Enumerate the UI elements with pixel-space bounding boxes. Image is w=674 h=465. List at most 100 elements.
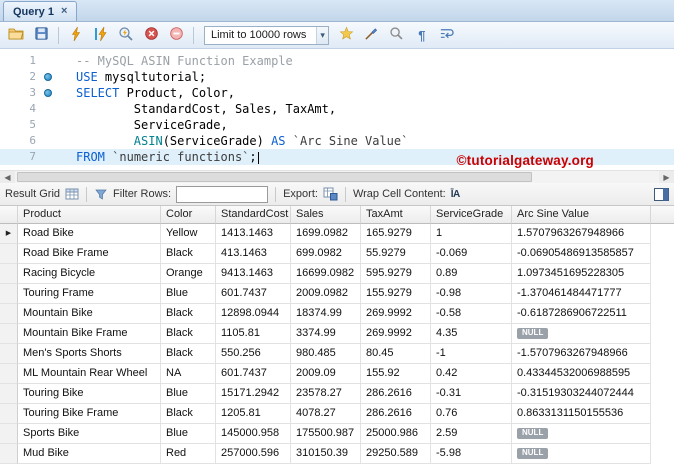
save-snippet-button[interactable] xyxy=(336,25,358,46)
open-script-button[interactable] xyxy=(5,25,27,46)
execute-script-button[interactable] xyxy=(65,25,87,46)
table-cell[interactable]: 2.59 xyxy=(431,424,512,444)
table-cell[interactable]: 0.42 xyxy=(431,364,512,384)
beautify-script-button[interactable] xyxy=(361,25,383,46)
table-cell[interactable]: 0.76 xyxy=(431,404,512,424)
table-cell[interactable]: 1.0973451695228305 xyxy=(512,264,651,284)
table-cell[interactable]: Black xyxy=(161,304,216,324)
table-cell[interactable]: Racing Bicycle xyxy=(18,264,161,284)
table-cell[interactable]: 15171.2942 xyxy=(216,384,291,404)
table-cell[interactable]: Touring Frame xyxy=(18,284,161,304)
table-cell[interactable]: Sports Bike xyxy=(18,424,161,444)
table-row[interactable]: Men's Sports Shorts Black 550.256 980.485 80… xyxy=(0,344,674,364)
table-cell[interactable]: Blue xyxy=(161,384,216,404)
table-cell[interactable]: 16699.0982 xyxy=(291,264,361,284)
table-cell[interactable]: Touring Bike Frame xyxy=(18,404,161,424)
row-selector[interactable] xyxy=(0,444,18,464)
table-cell[interactable]: -0.06905486913585857 xyxy=(512,244,651,264)
table-row[interactable]: Touring Bike Blue 15171.2942 23578.27 286.26… xyxy=(0,384,674,404)
table-cell[interactable]: -1.370461484471777 xyxy=(512,284,651,304)
table-cell[interactable]: 55.9279 xyxy=(361,244,431,264)
table-cell[interactable]: 175500.987 xyxy=(291,424,361,444)
table-cell[interactable]: 155.92 xyxy=(361,364,431,384)
row-selector[interactable] xyxy=(0,324,18,344)
column-header[interactable]: Product xyxy=(18,206,161,224)
table-cell[interactable]: ML Mountain Rear Wheel xyxy=(18,364,161,384)
wrap-text-button[interactable] xyxy=(436,25,458,46)
execute-statement-button[interactable] xyxy=(90,25,112,46)
row-selector[interactable] xyxy=(0,364,18,384)
row-selector[interactable] xyxy=(0,344,18,364)
table-cell[interactable]: NULL xyxy=(512,444,651,464)
column-header[interactable]: ServiceGrade xyxy=(431,206,512,224)
export-icon[interactable] xyxy=(323,187,338,201)
table-row[interactable]: Touring Frame Blue 601.7437 2009.0982 155.92… xyxy=(0,284,674,304)
table-cell[interactable]: 269.9992 xyxy=(361,304,431,324)
scrollbar-thumb[interactable] xyxy=(17,172,533,182)
table-cell[interactable]: Red xyxy=(161,444,216,464)
table-cell[interactable]: 1205.81 xyxy=(216,404,291,424)
table-row[interactable]: Racing Bicycle Orange 9413.1463 16699.0982 5… xyxy=(0,264,674,284)
editor-line[interactable]: 1 -- MySQL ASIN Function Example xyxy=(0,53,674,69)
table-cell[interactable]: 2009.0982 xyxy=(291,284,361,304)
table-cell[interactable]: 286.2616 xyxy=(361,384,431,404)
table-cell[interactable]: 269.9992 xyxy=(361,324,431,344)
table-cell[interactable]: Touring Bike xyxy=(18,384,161,404)
show-invisible-chars-button[interactable]: ¶ xyxy=(411,25,433,46)
table-row[interactable]: Mud Bike Red 257000.596 310150.39 29250.589-… xyxy=(0,444,674,464)
find-button[interactable] xyxy=(386,25,408,46)
editor-line[interactable]: 5 ServiceGrade, xyxy=(0,117,674,133)
table-cell[interactable]: Black xyxy=(161,244,216,264)
table-row[interactable]: Mountain Bike Black 12898.0944 18374.99 269.… xyxy=(0,304,674,324)
table-cell[interactable]: 0.8633131150155536 xyxy=(512,404,651,424)
column-header[interactable]: StandardCost xyxy=(216,206,291,224)
scroll-right-arrow[interactable]: ▶ xyxy=(659,171,674,183)
editor-horizontal-scrollbar[interactable]: ◀ ▶ xyxy=(0,170,674,183)
editor-line[interactable]: 2 USE mysqltutorial; xyxy=(0,69,674,85)
table-cell[interactable]: -0.31 xyxy=(431,384,512,404)
table-row[interactable]: Touring Bike Frame Black 1205.81 4078.27 286… xyxy=(0,404,674,424)
row-selector[interactable]: ▶ xyxy=(0,224,18,244)
table-cell[interactable]: Road Bike xyxy=(18,224,161,244)
table-cell[interactable]: 601.7437 xyxy=(216,364,291,384)
stop-query-button[interactable] xyxy=(140,25,162,46)
filter-rows-input[interactable] xyxy=(176,185,269,203)
table-cell[interactable]: NULL xyxy=(512,324,651,344)
table-cell[interactable]: NA xyxy=(161,364,216,384)
table-cell[interactable]: 12898.0944 xyxy=(216,304,291,324)
table-cell[interactable]: 3374.99 xyxy=(291,324,361,344)
row-selector[interactable] xyxy=(0,264,18,284)
table-cell[interactable]: -0.6187286906722511 xyxy=(512,304,651,324)
table-row[interactable]: ▶ Road Bike Yellow 1413.1463 1699.0982 165.92… xyxy=(0,224,674,244)
table-cell[interactable]: 257000.596 xyxy=(216,444,291,464)
table-cell[interactable]: 310150.39 xyxy=(291,444,361,464)
result-grid-icon[interactable] xyxy=(65,187,79,201)
table-cell[interactable]: -0.31519303244072444 xyxy=(512,384,651,404)
wrap-cell-toggle[interactable]: ĪA xyxy=(451,189,461,200)
save-script-button[interactable] xyxy=(30,25,52,46)
table-cell[interactable]: Blue xyxy=(161,424,216,444)
column-header[interactable]: Sales xyxy=(291,206,361,224)
table-cell[interactable]: 25000.986 xyxy=(361,424,431,444)
limit-rows-dropdown[interactable]: Limit to 10000 rows ▾ xyxy=(204,25,329,45)
row-selector[interactable] xyxy=(0,284,18,304)
table-row[interactable]: Road Bike Frame Black 413.1463 699.0982 55.9… xyxy=(0,244,674,264)
table-cell[interactable]: 0.89 xyxy=(431,264,512,284)
table-cell[interactable]: 601.7437 xyxy=(216,284,291,304)
explain-plan-button[interactable] xyxy=(115,25,137,46)
row-selector[interactable] xyxy=(0,404,18,424)
table-cell[interactable]: 980.485 xyxy=(291,344,361,364)
sql-editor[interactable]: 1 -- MySQL ASIN Function Example 2 USE mysq… xyxy=(0,49,674,170)
table-cell[interactable]: Blue xyxy=(161,284,216,304)
table-cell[interactable]: -0.069 xyxy=(431,244,512,264)
table-cell[interactable]: Men's Sports Shorts xyxy=(18,344,161,364)
toggle-stop-on-error-button[interactable] xyxy=(165,25,187,46)
table-cell[interactable]: 1699.0982 xyxy=(291,224,361,244)
table-cell[interactable]: 145000.958 xyxy=(216,424,291,444)
table-cell[interactable]: -5.98 xyxy=(431,444,512,464)
table-cell[interactable]: -0.98 xyxy=(431,284,512,304)
table-cell[interactable]: Black xyxy=(161,344,216,364)
row-selector[interactable] xyxy=(0,424,18,444)
table-cell[interactable]: 29250.589 xyxy=(361,444,431,464)
collapse-panel-icon[interactable] xyxy=(654,187,669,201)
